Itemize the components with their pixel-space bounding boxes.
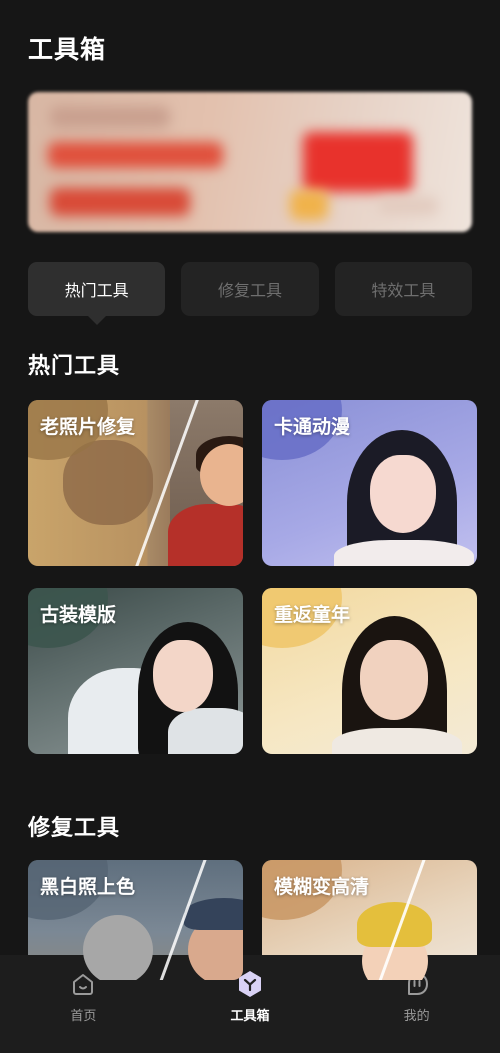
cartoon-portrait-image (370, 455, 436, 533)
tool-card-back-to-childhood[interactable]: 重返童年 (262, 588, 477, 754)
tool-card-label: 古装模版 (40, 604, 117, 626)
tool-card-label: 老照片修复 (40, 416, 136, 438)
tab-repair-tools[interactable]: 修复工具 (181, 262, 319, 316)
tab-hot-tools[interactable]: 热门工具 (28, 262, 166, 325)
tab-effect-tools[interactable]: 特效工具 (334, 262, 472, 316)
childhood-portrait-image (360, 640, 428, 720)
nav-label: 工具箱 (230, 1009, 270, 1024)
section-title-repair: 修复工具 (28, 816, 121, 841)
tool-card-label: 黑白照上色 (40, 876, 136, 898)
page-title: 工具箱 (28, 35, 107, 64)
category-tabs: 热门工具 修复工具 特效工具 (28, 262, 472, 325)
nav-label: 我的 (403, 1009, 430, 1024)
section-title-hot: 热门工具 (28, 354, 121, 379)
nav-item-toolbox[interactable]: 工具箱 (167, 955, 334, 1053)
tool-card-cartoon-anime[interactable]: 卡通动漫 (262, 400, 477, 566)
tool-card-label: 模糊变高清 (274, 876, 370, 898)
nav-label: 首页 (70, 1009, 97, 1024)
costume-portrait-image (153, 640, 213, 712)
tool-card-label: 卡通动漫 (274, 416, 351, 438)
promo-banner[interactable] (28, 92, 472, 232)
tool-card-label: 重返童年 (274, 604, 351, 626)
tool-card-ancient-costume[interactable]: 古装模版 (28, 588, 243, 754)
tool-card-old-photo-restore[interactable]: 老照片修复 (28, 400, 243, 566)
